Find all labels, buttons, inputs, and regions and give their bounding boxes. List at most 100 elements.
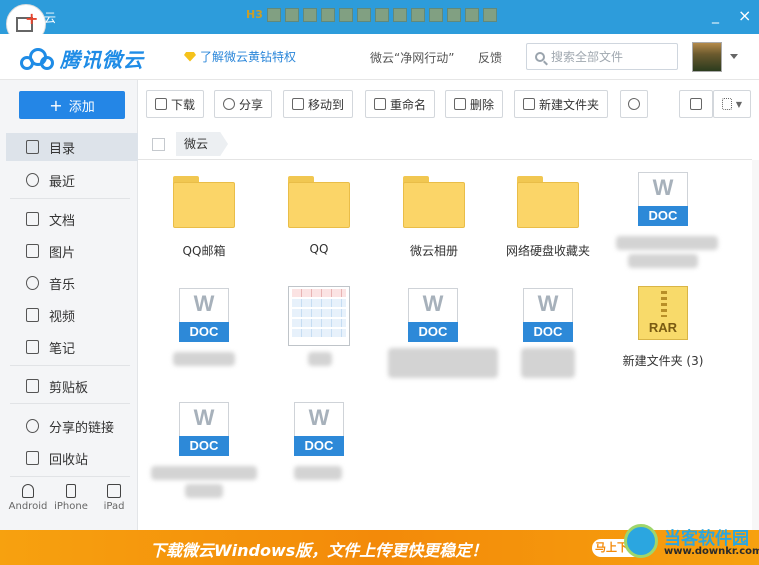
toolbar-tool-icon[interactable] bbox=[428, 8, 443, 22]
device-links: Android iPhone iPad bbox=[8, 484, 134, 512]
sidebar-item-shared-links[interactable]: 分享的链接 bbox=[6, 412, 138, 440]
vip-link-label: 了解微云黄钻特权 bbox=[200, 50, 297, 64]
scrollbar[interactable] bbox=[752, 160, 759, 530]
download-button[interactable]: 下载 bbox=[146, 90, 205, 118]
panel-view-icon bbox=[690, 98, 702, 110]
sidebar-item-label: 最近 bbox=[49, 174, 76, 190]
sidebar-item-recycle-bin[interactable]: 回收站 bbox=[6, 444, 138, 472]
file-item-folder[interactable]: 网络硬盘收藏夹 bbox=[493, 176, 603, 286]
trash-icon bbox=[26, 451, 39, 465]
title-bar: + 云 H3 _ × bbox=[0, 0, 759, 44]
blurred-file-name bbox=[388, 348, 498, 378]
sidebar-item-notes[interactable]: 笔记 bbox=[6, 333, 138, 361]
toolbar-tool-icon[interactable] bbox=[338, 8, 353, 22]
select-all-checkbox[interactable] bbox=[152, 138, 165, 151]
toolbar-tool-icon[interactable] bbox=[374, 8, 389, 22]
sidebar-item-clipboard[interactable]: 剪贴板 bbox=[6, 372, 138, 400]
device-label: Android bbox=[8, 501, 48, 512]
toolbar-tool-icon[interactable] bbox=[446, 8, 461, 22]
grid-view-button[interactable]: ▼ bbox=[713, 90, 751, 118]
breadcrumb-root[interactable]: 微云 bbox=[176, 132, 229, 156]
search-input[interactable]: 搜索全部文件 bbox=[526, 43, 678, 70]
file-item-doc[interactable]: W DOC bbox=[149, 402, 259, 512]
file-item-folder[interactable]: QQ bbox=[264, 176, 374, 286]
refresh-button[interactable] bbox=[620, 90, 648, 118]
file-item-doc[interactable]: W DOC bbox=[264, 402, 374, 512]
toolbar-tool-icon[interactable] bbox=[356, 8, 371, 22]
feedback-link[interactable]: 反馈 bbox=[478, 49, 502, 66]
share-icon bbox=[223, 98, 235, 110]
chevron-down-icon: ▼ bbox=[735, 99, 742, 109]
minimize-button[interactable]: _ bbox=[712, 8, 719, 24]
toolbar-tool-icon[interactable] bbox=[302, 8, 317, 22]
sidebar-item-recent[interactable]: 最近 bbox=[6, 166, 138, 194]
iphone-icon bbox=[66, 484, 76, 498]
sidebar-item-label: 回收站 bbox=[49, 452, 89, 468]
delete-button[interactable]: 删除 bbox=[445, 90, 504, 118]
add-button[interactable]: + 添加 bbox=[19, 91, 125, 119]
search-icon bbox=[535, 51, 545, 62]
h3-icon[interactable]: H3 bbox=[246, 8, 263, 22]
sidebar-item-catalog[interactable]: 目录 bbox=[6, 133, 138, 161]
vip-link[interactable]: 了解微云黄钻特权 bbox=[184, 48, 296, 65]
file-item-doc[interactable]: W DOC bbox=[493, 288, 603, 398]
chevron-down-icon[interactable] bbox=[730, 54, 738, 59]
toolbar-tool-icon[interactable] bbox=[392, 8, 407, 22]
sidebar-item-music[interactable]: 音乐 bbox=[6, 269, 138, 297]
panel-view-button[interactable] bbox=[679, 90, 713, 118]
divider bbox=[10, 198, 130, 199]
blurred-file-name bbox=[294, 466, 342, 480]
toolbar-tool-icon[interactable] bbox=[266, 8, 281, 22]
sidebar-item-documents[interactable]: 文档 bbox=[6, 205, 138, 233]
file-item-folder[interactable]: QQ邮箱 bbox=[149, 176, 259, 286]
move-icon bbox=[292, 98, 304, 110]
rename-button[interactable]: 重命名 bbox=[365, 90, 436, 118]
file-item-doc[interactable]: W DOC bbox=[608, 172, 718, 282]
file-name: QQ邮箱 bbox=[182, 244, 226, 258]
spreadsheet-thumbnail bbox=[288, 286, 350, 346]
avatar[interactable] bbox=[692, 42, 722, 72]
toolbar-tool-icon[interactable] bbox=[284, 8, 299, 22]
watermark-logo-icon bbox=[624, 524, 658, 558]
divider bbox=[10, 403, 130, 404]
file-item-sheet[interactable] bbox=[258, 286, 368, 396]
search-placeholder: 搜索全部文件 bbox=[551, 50, 624, 64]
file-item-doc[interactable]: W DOC bbox=[149, 288, 259, 398]
toolbar-tool-icon[interactable] bbox=[410, 8, 425, 22]
toolbar-tool-icon[interactable] bbox=[464, 8, 479, 22]
campaign-link[interactable]: 微云“净网行动” bbox=[370, 49, 454, 66]
file-name: 微云相册 bbox=[409, 244, 458, 258]
blurred-file-name bbox=[521, 348, 575, 378]
catalog-icon bbox=[26, 140, 39, 154]
file-item-doc[interactable]: W DOC bbox=[378, 288, 498, 398]
device-android[interactable]: Android bbox=[8, 484, 48, 512]
move-to-button[interactable]: 移动到 bbox=[283, 90, 354, 118]
sidebar-item-images[interactable]: 图片 bbox=[6, 237, 138, 265]
sidebar-item-video[interactable]: 视频 bbox=[6, 301, 138, 329]
sidebar-item-label: 视频 bbox=[49, 309, 76, 325]
blurred-file-name bbox=[616, 236, 718, 250]
blurred-file-name bbox=[185, 484, 223, 498]
ipad-icon bbox=[107, 484, 121, 498]
new-folder-button[interactable]: 新建文件夹 bbox=[514, 90, 609, 118]
logo[interactable]: 腾讯微云 bbox=[20, 44, 144, 73]
device-ipad[interactable]: iPad bbox=[94, 484, 134, 512]
close-button[interactable]: × bbox=[738, 6, 751, 25]
rar-archive-icon: RAR bbox=[638, 286, 688, 340]
word-doc-icon: W DOC bbox=[523, 288, 573, 342]
toolbar-tool-icon[interactable] bbox=[482, 8, 497, 22]
sidebar-item-label: 文档 bbox=[49, 213, 76, 229]
share-button[interactable]: 分享 bbox=[214, 90, 273, 118]
download-icon bbox=[155, 98, 167, 110]
add-button-label: 添加 bbox=[68, 99, 95, 115]
blurred-file-name bbox=[308, 352, 332, 366]
file-item-folder[interactable]: 微云相册 bbox=[379, 176, 489, 286]
device-iphone[interactable]: iPhone bbox=[51, 484, 91, 512]
delete-icon bbox=[454, 98, 466, 110]
blurred-file-name bbox=[151, 466, 257, 480]
word-doc-icon: W DOC bbox=[638, 172, 688, 226]
file-item-rar[interactable]: RAR 新建文件夹 (3) bbox=[608, 286, 718, 396]
sidebar-item-label: 剪贴板 bbox=[49, 380, 89, 396]
video-icon bbox=[26, 308, 39, 322]
toolbar-tool-icon[interactable] bbox=[320, 8, 335, 22]
